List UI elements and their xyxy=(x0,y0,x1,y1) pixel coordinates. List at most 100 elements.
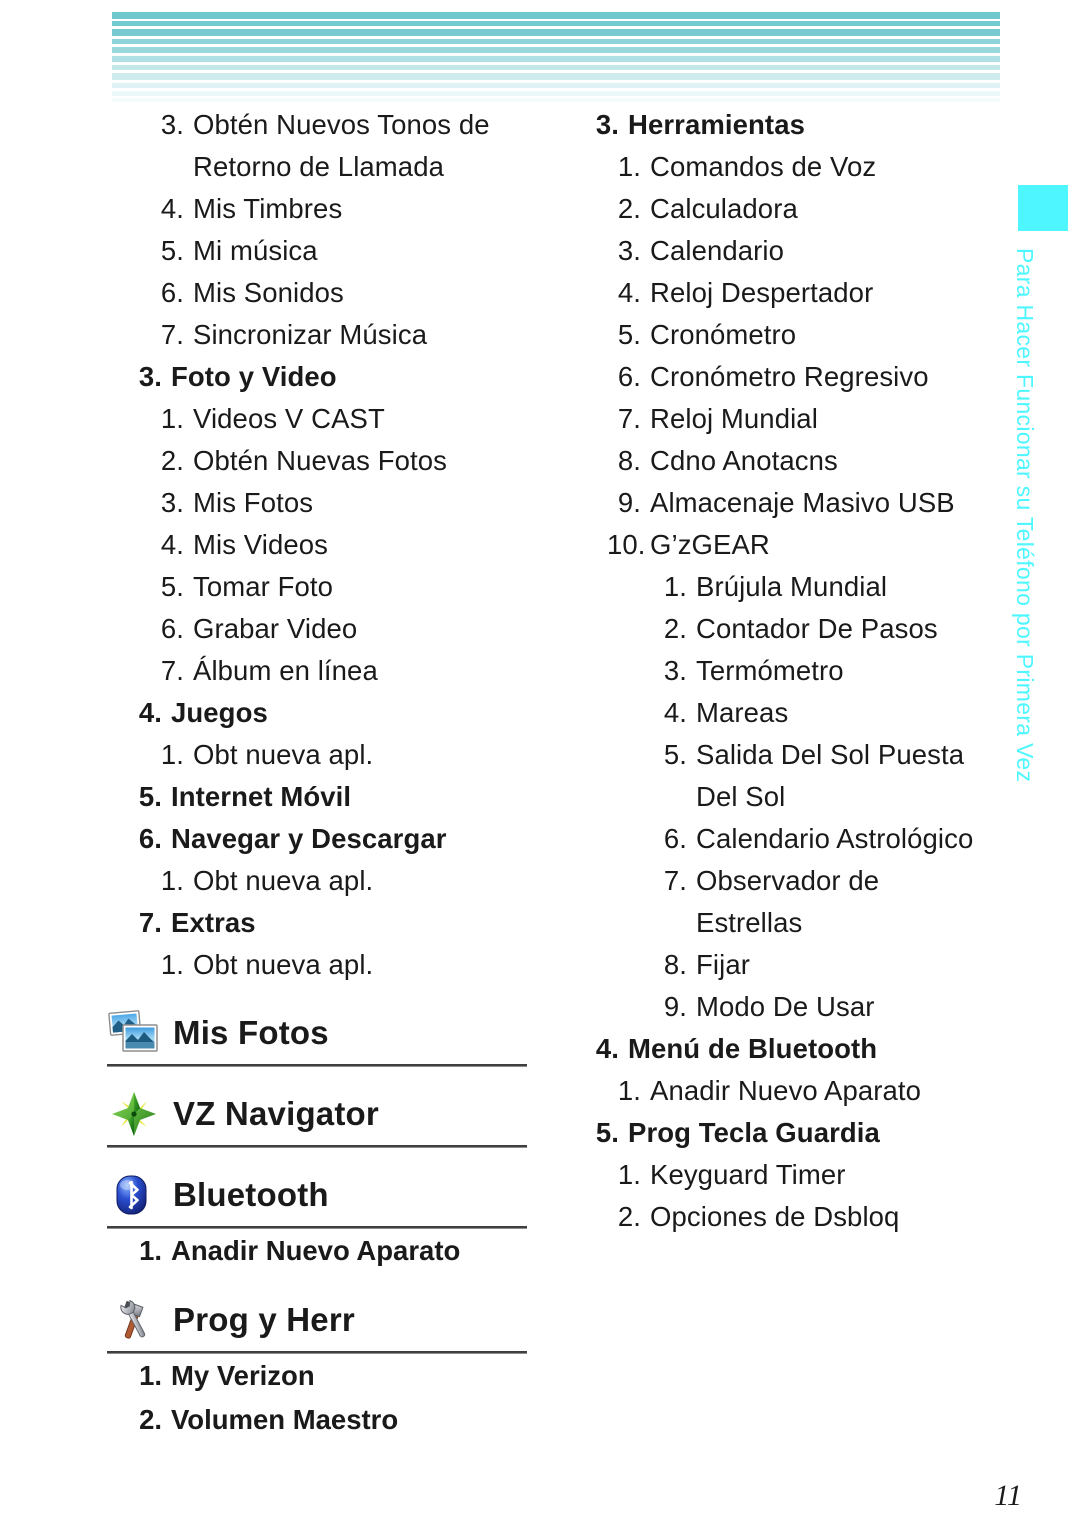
outline-item: 7. Reloj Mundial xyxy=(607,398,1000,440)
outline-item-label: Anadir Nuevo Aparato xyxy=(650,1075,922,1106)
icon-section: Bluetooth 1. Anadir Nuevo Aparato xyxy=(107,1164,548,1273)
icon-section-item: 2. Volumen Maestro xyxy=(128,1398,548,1442)
outline-item-label: Tomar Foto xyxy=(193,571,334,602)
outline-item: Del Sol xyxy=(657,776,1000,818)
outline-item: 7. Observador de xyxy=(657,860,1000,902)
icon-section-title: Bluetooth xyxy=(173,1176,329,1213)
outline-item-label: Observador de xyxy=(696,865,880,896)
outline-item-label: Keyguard Timer xyxy=(650,1159,846,1190)
outline-item: 5. Tomar Foto xyxy=(150,566,548,608)
outline-item: 6. Grabar Video xyxy=(150,608,548,650)
outline-item-label: Obt nueva apl. xyxy=(193,739,374,770)
outline-item: 7. Sincronizar Música xyxy=(150,314,548,356)
icon-section-item: 1. Anadir Nuevo Aparato xyxy=(128,1229,548,1273)
icon-section: Prog y Herr 1. My Verizon 2. Volumen Maestro xyxy=(107,1289,548,1442)
outline-item-number: 3. xyxy=(663,655,687,686)
outline-item-label: Mis Sonidos xyxy=(193,277,344,308)
outline-item-number: 1. xyxy=(617,151,641,182)
outline-item-number: 7. xyxy=(160,655,184,686)
icon-section-header: Mis Fotos xyxy=(107,1002,548,1064)
header-decoration-band xyxy=(112,12,1000,102)
outline-item-number: 6. xyxy=(138,823,162,854)
outline-item-number: 6. xyxy=(160,277,184,308)
outline-item: 1. Obt nueva apl. xyxy=(150,944,548,986)
outline-item-number: 7. xyxy=(160,319,184,350)
outline-item-number: 3. xyxy=(617,235,641,266)
outline-item-number: 5. xyxy=(160,235,184,266)
outline-item-number: 7. xyxy=(138,907,162,938)
outline-item-number: 8. xyxy=(617,445,641,476)
outline-section-heading: 7. Extras xyxy=(128,902,548,944)
outline-item-number: 6. xyxy=(617,361,641,392)
header-stripe-2 xyxy=(112,21,1000,26)
outline-item: 3. Mis Fotos xyxy=(150,482,548,524)
side-tab-label: Para Hacer Funcionar su Teléfono por Pri… xyxy=(1012,248,1038,783)
outline-section-heading: 3. Foto y Video xyxy=(128,356,548,398)
outline-item: 1. Comandos de Voz xyxy=(607,146,1000,188)
outline-item: 9. Almacenaje Masivo USB xyxy=(607,482,1000,524)
outline-item-number: 1. xyxy=(663,571,687,602)
outline-item-label: Prog Tecla Guardia xyxy=(628,1117,880,1148)
outline-item: 1. Obt nueva apl. xyxy=(150,734,548,776)
side-tab-marker xyxy=(1018,185,1068,231)
icon-section-item-label: Volumen Maestro xyxy=(171,1404,399,1435)
outline-item-label: Videos V CAST xyxy=(193,403,385,434)
outline-item-number: 2. xyxy=(663,613,687,644)
section-divider xyxy=(107,1064,527,1067)
outline-item-number: 4. xyxy=(160,529,184,560)
outline-item: 1. Obt nueva apl. xyxy=(150,860,548,902)
outline-item-label: Estrellas xyxy=(696,907,803,938)
outline-item-label: Obt nueva apl. xyxy=(193,949,374,980)
icon-section-header: Bluetooth xyxy=(107,1164,548,1226)
bluetooth-icon xyxy=(107,1170,161,1220)
outline-item: 6. Calendario Astrológico xyxy=(657,818,1000,860)
left-column: 3. Obtén Nuevos Tonos de Retorno de Llamad… xyxy=(107,104,548,1442)
outline-item-label: Salida Del Sol Puesta xyxy=(696,739,965,770)
outline-item-label: Mis Fotos xyxy=(193,487,314,518)
outline-item: 6. Mis Sonidos xyxy=(150,272,548,314)
icon-section-item-label: Anadir Nuevo Aparato xyxy=(171,1235,461,1266)
outline-item-number: 1. xyxy=(160,739,184,770)
outline-item-label: Reloj Mundial xyxy=(650,403,818,434)
outline-item-number: 10. xyxy=(607,529,646,560)
header-stripe-7 xyxy=(112,65,1000,70)
outline-item: 1. Brújula Mundial xyxy=(657,566,1000,608)
right-outline-list: 3. Herramientas 1. Comandos de Voz 2. Calcula… xyxy=(585,104,1000,1238)
outline-item-number: 7. xyxy=(617,403,641,434)
tools-icon xyxy=(107,1295,161,1345)
outline-section-heading: 5. Internet Móvil xyxy=(128,776,548,818)
outline-item: 2. Opciones de Dsbloq xyxy=(607,1196,1000,1238)
section-divider xyxy=(107,1145,527,1148)
outline-item-number: 5. xyxy=(138,781,162,812)
outline-item-label: Contador De Pasos xyxy=(696,613,938,644)
outline-item: 5. Cronómetro xyxy=(607,314,1000,356)
outline-item-label: Menú de Bluetooth xyxy=(628,1033,878,1064)
outline-item-label: Calendario Astrológico xyxy=(696,823,974,854)
outline-item-number: 7. xyxy=(663,865,687,896)
outline-item-label: Obtén Nuevos Tonos de xyxy=(193,109,490,140)
side-tab-label-wrap: Para Hacer Funcionar su Teléfono por Pri… xyxy=(1012,248,1060,782)
icon-section-header: VZ Navigator xyxy=(107,1083,548,1145)
outline-item-number: 5. xyxy=(160,571,184,602)
outline-item: 3. Calendario xyxy=(607,230,1000,272)
outline-item-number: 2. xyxy=(617,193,641,224)
outline-item-label: Álbum en línea xyxy=(193,655,378,686)
icon-section: Mis Fotos xyxy=(107,1002,548,1067)
header-stripe-6 xyxy=(112,56,1000,62)
outline-item-number: 1. xyxy=(617,1159,641,1190)
outline-item-number: 8. xyxy=(663,949,687,980)
outline-section-heading: 4. Juegos xyxy=(128,692,548,734)
outline-item-number: 6. xyxy=(160,613,184,644)
header-stripe-11 xyxy=(112,98,1000,102)
outline-item-number: 4. xyxy=(160,193,184,224)
icon-section-header: Prog y Herr xyxy=(107,1289,548,1351)
outline-item: 6. Cronómetro Regresivo xyxy=(607,356,1000,398)
outline-item-label: Foto y Video xyxy=(171,361,337,392)
left-icon-sections: Mis Fotos VZ Navigator Bluetooth 1. Anad… xyxy=(107,1002,548,1442)
outline-item: 5. Mi música xyxy=(150,230,548,272)
outline-item: 2. Contador De Pasos xyxy=(657,608,1000,650)
icon-section-title: VZ Navigator xyxy=(173,1095,379,1132)
page-number: 11 xyxy=(994,1479,1022,1512)
outline-item: 8. Fijar xyxy=(657,944,1000,986)
outline-item: Retorno de Llamada xyxy=(150,146,548,188)
